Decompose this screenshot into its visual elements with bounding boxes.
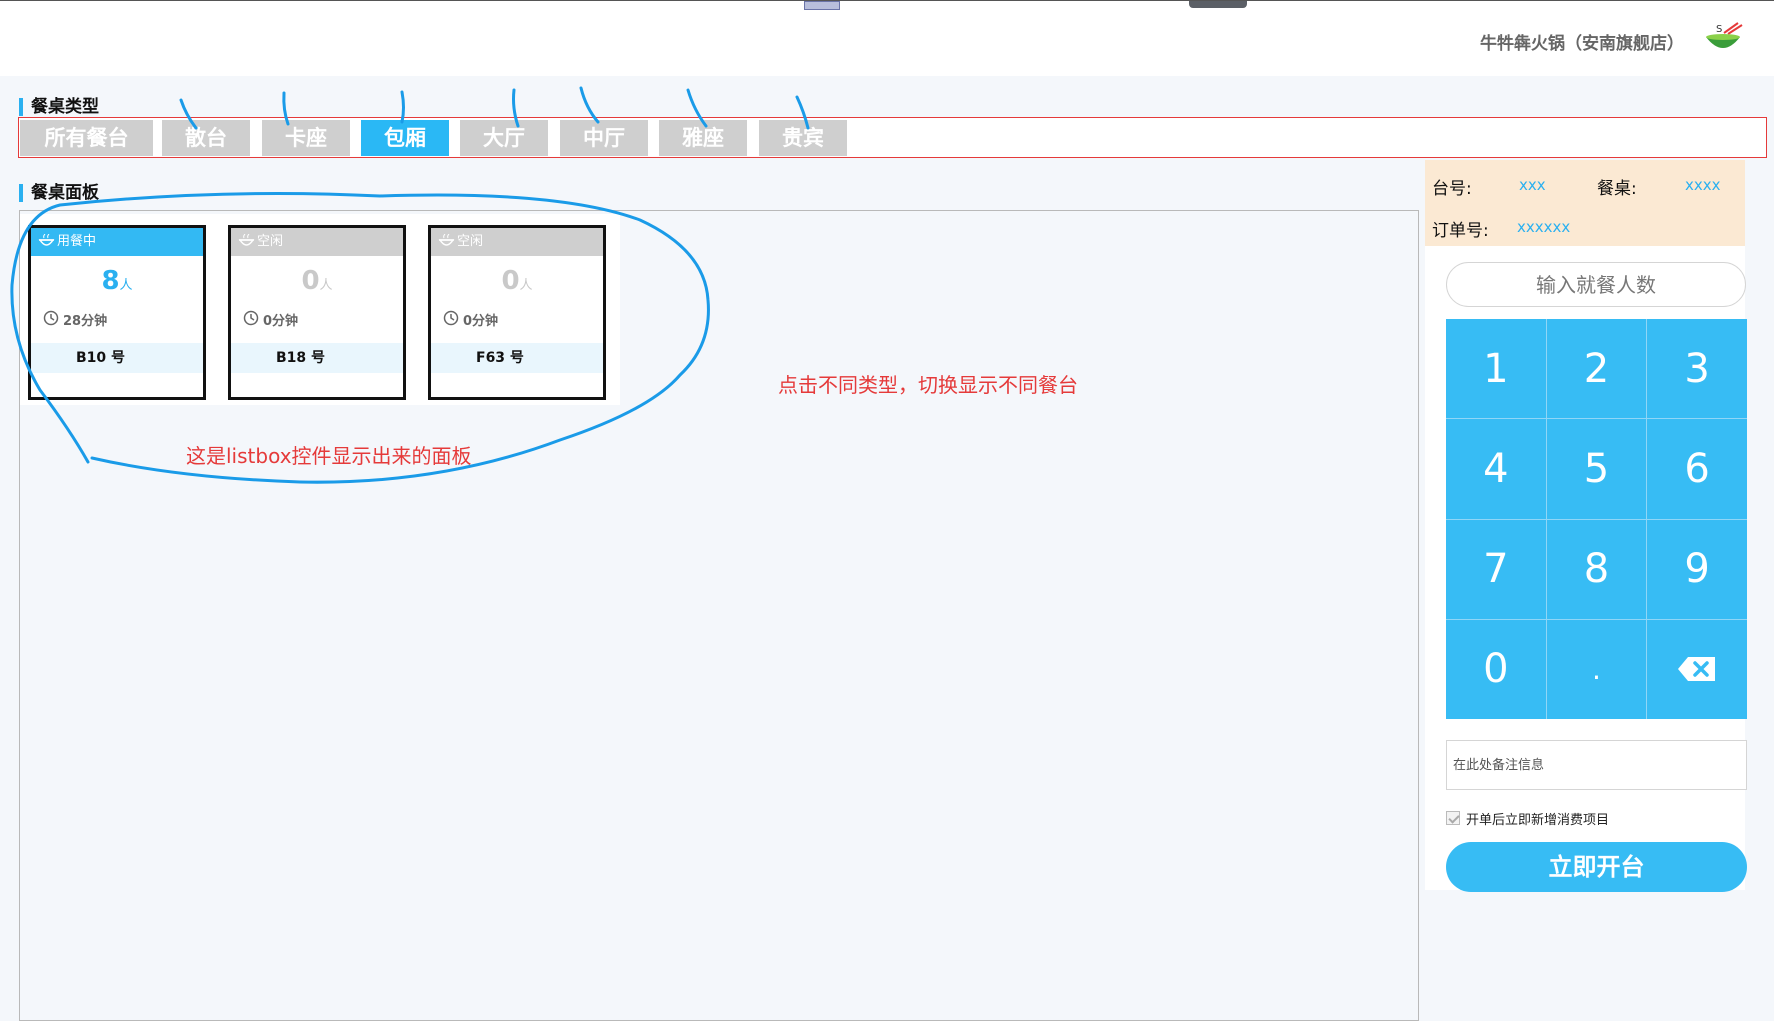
card-duration-text: 0分钟 [463, 314, 499, 329]
clock-icon [243, 310, 259, 326]
key-1[interactable]: 1 [1446, 319, 1546, 419]
add-items-checkbox-label: 开单后立即新增消费项目 [1466, 812, 1610, 828]
annotation-switch-hint: 点击不同类型，切换显示不同餐台 [778, 373, 1078, 397]
key-9[interactable]: 9 [1647, 519, 1747, 619]
store-name: 牛牪犇火锅（安南旗舰店） [1480, 34, 1684, 54]
card-table-number: B18 号 [231, 343, 403, 373]
key-4[interactable]: 4 [1446, 419, 1546, 519]
order-info-box: 台号: xxx 餐桌: xxxx 订单号: xxxxxx [1425, 160, 1745, 246]
add-items-checkbox[interactable] [1446, 811, 1460, 825]
card-table-number: F63 号 [431, 343, 603, 373]
hotpot-icon [38, 234, 55, 246]
table-type-bar: 所有餐台 散台 卡座 包厢 大厅 中厅 雅座 贵宾 [18, 117, 1767, 158]
hotpot-icon [438, 234, 455, 246]
tab-booth[interactable]: 卡座 [262, 120, 350, 156]
annotation-listbox-hint: 这是listbox控件显示出来的面板 [186, 444, 472, 468]
tab-elegant-seat[interactable]: 雅座 [659, 120, 747, 156]
table-card-wrapper: 用餐中 8人 28分钟 B10 号 [20, 214, 220, 405]
tab-open-tables[interactable]: 散台 [162, 120, 250, 156]
order-no-label: 订单号: [1432, 221, 1489, 241]
table-card[interactable]: 用餐中 8人 28分钟 B10 号 [28, 225, 206, 400]
card-count-value: 0 [501, 266, 520, 296]
top-bar: 牛牪犇火锅（安南旗舰店） S [0, 0, 1774, 76]
table-card-wrapper: 空闲 0人 0分钟 B18 号 [220, 214, 420, 405]
people-count-input[interactable] [1446, 262, 1746, 307]
key-6[interactable]: 6 [1647, 419, 1747, 519]
card-count-unit: 人 [519, 278, 533, 293]
tab-hall[interactable]: 大厅 [460, 120, 548, 156]
card-count-unit: 人 [319, 278, 333, 293]
hotpot-icon [238, 234, 255, 246]
hotpot-bowl-icon: S [1706, 22, 1743, 48]
window-indicator [1189, 1, 1247, 8]
clock-icon [443, 310, 459, 326]
tab-private-room[interactable]: 包厢 [361, 120, 449, 156]
key-8[interactable]: 8 [1546, 519, 1647, 619]
table-type-title: 餐桌类型 [19, 98, 99, 116]
card-status-bar: 用餐中 [31, 228, 203, 256]
table-card[interactable]: 空闲 0人 0分钟 F63 号 [428, 225, 606, 400]
card-status-text: 用餐中 [57, 234, 97, 249]
tab-all-tables[interactable]: 所有餐台 [20, 120, 153, 156]
card-duration: 0分钟 [443, 310, 499, 329]
key-7[interactable]: 7 [1446, 519, 1546, 619]
table-value: xxxx [1685, 176, 1721, 194]
window-handle[interactable] [804, 1, 840, 10]
key-2[interactable]: 2 [1546, 319, 1647, 419]
card-duration-text: 28分钟 [63, 314, 108, 329]
tab-vip[interactable]: 贵宾 [759, 120, 847, 156]
card-count-unit: 人 [119, 278, 133, 293]
card-table-number: B10 号 [31, 343, 203, 373]
board-title: 餐桌面板 [19, 184, 99, 202]
number-keypad: 1 2 3 4 5 6 7 8 9 0 . [1446, 319, 1747, 719]
card-count-value: 8 [101, 266, 120, 296]
table-no-value: xxx [1519, 176, 1546, 194]
remark-input[interactable] [1446, 740, 1747, 790]
open-table-button[interactable]: 立即开台 [1446, 842, 1747, 892]
card-duration: 28分钟 [43, 310, 108, 329]
table-no-label: 台号: [1432, 179, 1472, 199]
table-board-listbox: 用餐中 8人 28分钟 B10 号 空闲 0人 0分钟 B18 号 空闲 0人 … [19, 210, 1419, 1021]
card-status-bar: 空闲 [231, 228, 403, 256]
key-3[interactable]: 3 [1647, 319, 1747, 419]
table-label: 餐桌: [1597, 179, 1637, 199]
table-card-wrapper: 空闲 0人 0分钟 F63 号 [420, 214, 620, 405]
card-people-count: 0人 [231, 266, 403, 301]
card-duration-text: 0分钟 [263, 314, 299, 329]
key-dot[interactable]: . [1546, 619, 1647, 719]
tab-middle-hall[interactable]: 中厅 [560, 120, 648, 156]
backspace-icon [1678, 657, 1716, 682]
add-items-checkbox-row[interactable]: 开单后立即新增消费项目 [1446, 809, 1610, 828]
key-5[interactable]: 5 [1546, 419, 1647, 519]
card-people-count: 0人 [431, 266, 603, 301]
order-panel: 台号: xxx 餐桌: xxxx 订单号: xxxxxx 1 2 3 4 5 6… [1425, 160, 1747, 892]
key-backspace[interactable] [1647, 619, 1747, 719]
card-status-text: 空闲 [257, 234, 284, 249]
table-card[interactable]: 空闲 0人 0分钟 B18 号 [228, 225, 406, 400]
clock-icon [43, 310, 59, 326]
key-0[interactable]: 0 [1446, 619, 1546, 719]
card-people-count: 8人 [31, 266, 203, 301]
order-no-value: xxxxxx [1517, 218, 1571, 236]
card-status-bar: 空闲 [431, 228, 603, 256]
card-count-value: 0 [301, 266, 320, 296]
logo-letter: S [1716, 24, 1722, 35]
card-duration: 0分钟 [243, 310, 299, 329]
card-status-text: 空闲 [457, 234, 484, 249]
